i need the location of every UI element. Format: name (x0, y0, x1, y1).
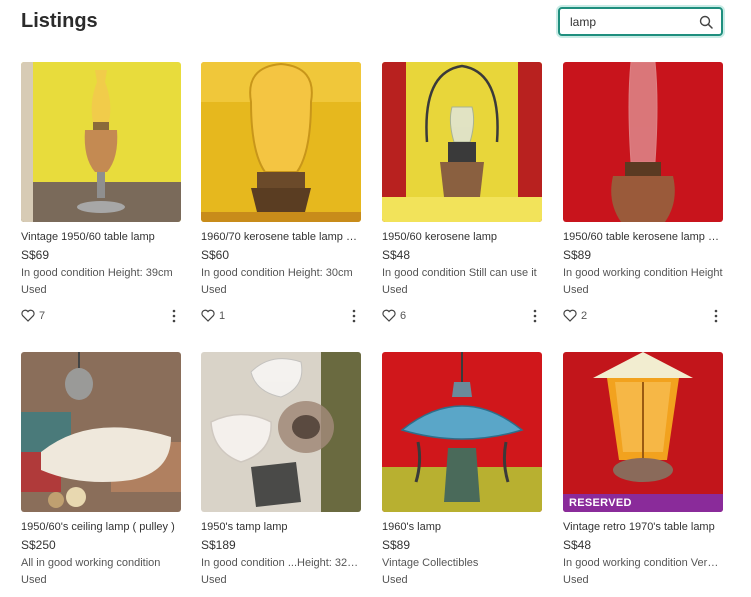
listing-title[interactable]: 1950's tamp lamp (201, 521, 361, 533)
listing-description: Vintage Collectibles (382, 557, 479, 569)
listing-photo[interactable] (563, 62, 723, 222)
more-options-icon[interactable] (349, 308, 359, 324)
more-options-icon[interactable] (711, 308, 721, 324)
heart-icon (563, 309, 577, 322)
listing-condition: Used (382, 284, 408, 296)
listing-title[interactable]: 1950/60 kerosene lamp (382, 231, 542, 243)
like-count: 2 (581, 309, 588, 322)
like-count: 7 (39, 309, 46, 322)
listing-condition: Used (21, 574, 47, 586)
listing-photo[interactable] (201, 62, 361, 222)
listing-photo[interactable]: RESERVED (563, 352, 723, 512)
listing-description: All in good working condition (21, 557, 161, 569)
listing-condition: Used (201, 574, 227, 586)
listing-description: In good condition Still can use it (382, 267, 537, 279)
listing-photo[interactable] (201, 352, 361, 512)
heart-icon (382, 309, 396, 322)
listing-photo[interactable] (382, 352, 542, 512)
heart-icon (21, 309, 35, 322)
like-button[interactable]: 6 (382, 309, 406, 322)
reserved-badge: RESERVED (563, 494, 723, 512)
search-input[interactable] (570, 13, 695, 31)
listing-title[interactable]: 1960/70 kerosene table lamp with shade (201, 231, 361, 243)
more-options-icon[interactable] (169, 308, 179, 324)
listing-description: In good condition Height: 39cm (21, 267, 173, 279)
like-button[interactable]: 1 (201, 309, 225, 322)
listing-description: In good working condition Height (563, 267, 723, 279)
search-box[interactable] (558, 7, 723, 36)
listing-photo[interactable] (382, 62, 542, 222)
listing-photo[interactable] (21, 62, 181, 222)
listing-title[interactable]: Vintage retro 1970's table lamp (563, 521, 723, 533)
listing-title[interactable]: 1960's lamp (382, 521, 542, 533)
heart-icon (201, 309, 215, 322)
search-icon[interactable] (699, 15, 713, 29)
page-title: Listings (21, 10, 98, 32)
listing-price: S$69 (21, 248, 50, 262)
listing-price: S$48 (382, 248, 411, 262)
like-count: 1 (219, 309, 226, 322)
listing-photo[interactable] (21, 352, 181, 512)
listing-description: In good working condition Very nice (563, 557, 723, 569)
listing-price: S$89 (563, 248, 592, 262)
listing-title[interactable]: 1950/60 table kerosene lamp with glass (563, 231, 723, 243)
listing-price: S$48 (563, 538, 592, 552)
listing-condition: Used (563, 284, 589, 296)
like-button[interactable]: 2 (563, 309, 587, 322)
listing-condition: Used (21, 284, 47, 296)
like-count: 6 (400, 309, 407, 322)
listing-description: In good condition ...Height: 32cm (201, 557, 361, 569)
listing-price: S$60 (201, 248, 230, 262)
listing-price: S$250 (21, 538, 56, 552)
listing-title[interactable]: Vintage 1950/60 table lamp (21, 231, 181, 243)
listing-title[interactable]: 1950/60's ceiling lamp ( pulley ) (21, 521, 181, 533)
listing-condition: Used (563, 574, 589, 586)
more-options-icon[interactable] (530, 308, 540, 324)
listing-price: S$89 (382, 538, 411, 552)
like-button[interactable]: 7 (21, 309, 45, 322)
listing-price: S$189 (201, 538, 236, 552)
listing-condition: Used (201, 284, 227, 296)
listing-condition: Used (382, 574, 408, 586)
listing-description: In good condition Height: 30cm (201, 267, 353, 279)
